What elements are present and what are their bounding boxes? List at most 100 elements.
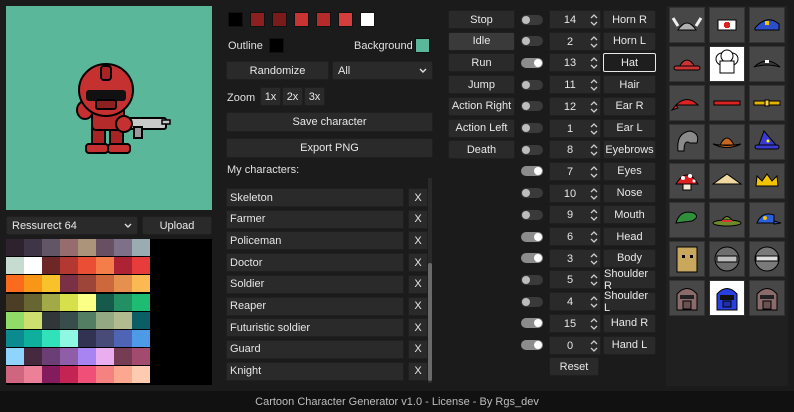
palette-color-cell[interactable] — [24, 366, 42, 384]
part-value-stepper[interactable]: 2 — [549, 31, 601, 51]
palette-select[interactable]: Ressurect 64 — [6, 216, 138, 235]
palette-color-cell[interactable] — [42, 293, 60, 311]
stepper-arrows-icon[interactable] — [590, 295, 598, 309]
hat-option-hood[interactable] — [669, 124, 705, 160]
palette-color-cell[interactable] — [114, 311, 132, 329]
palette-color-cell[interactable] — [114, 275, 132, 293]
palette-color-cell[interactable] — [132, 311, 150, 329]
hat-option-cowboy-hat[interactable] — [709, 124, 745, 160]
stepper-arrows-icon[interactable] — [590, 252, 598, 266]
character-list-item[interactable]: Farmer — [226, 209, 404, 229]
stepper-arrows-icon[interactable] — [590, 273, 598, 287]
palette-color-cell[interactable] — [132, 330, 150, 347]
delete-character-button[interactable]: X — [408, 296, 428, 316]
stepper-arrows-icon[interactable] — [590, 78, 598, 92]
delete-character-button[interactable]: X — [408, 188, 428, 207]
upload-button[interactable]: Upload — [142, 216, 212, 235]
part-value-stepper[interactable]: 8 — [549, 140, 601, 160]
palette-color-cell[interactable] — [6, 366, 24, 384]
hat-option-straw-hat[interactable] — [709, 163, 745, 199]
palette-color-cell[interactable] — [78, 293, 96, 311]
part-visibility-toggle[interactable] — [521, 36, 543, 47]
palette-color-cell[interactable] — [60, 330, 78, 347]
delete-character-button[interactable]: X — [408, 231, 428, 251]
filter-select[interactable]: All — [332, 61, 433, 80]
stepper-arrows-icon[interactable] — [590, 317, 598, 331]
palette-color-cell[interactable] — [60, 293, 78, 311]
palette-color-cell[interactable] — [78, 311, 96, 329]
zoom-3x-button[interactable]: 3x — [304, 87, 325, 106]
part-visibility-toggle[interactable] — [521, 79, 543, 90]
delete-character-button[interactable]: X — [408, 209, 428, 229]
color-swatch[interactable] — [316, 12, 331, 27]
palette-color-cell[interactable] — [6, 293, 24, 311]
character-list-item[interactable]: Guard — [226, 339, 404, 359]
hat-option-bandana[interactable] — [669, 85, 705, 121]
part-value-stepper[interactable]: 12 — [549, 96, 601, 116]
delete-character-button[interactable]: X — [408, 339, 428, 359]
part-button[interactable]: Horn L — [603, 31, 656, 51]
part-visibility-toggle[interactable] — [521, 101, 543, 112]
hat-option-pirate-hat[interactable] — [749, 46, 785, 82]
palette-color-cell[interactable] — [42, 366, 60, 384]
color-swatch[interactable] — [250, 12, 265, 27]
character-list-item[interactable]: Reaper — [226, 296, 404, 316]
palette-color-cell[interactable] — [6, 348, 24, 366]
palette-color-cell[interactable] — [114, 257, 132, 275]
palette-color-cell[interactable] — [42, 311, 60, 329]
character-list-scrollbar[interactable] — [428, 178, 432, 383]
palette-color-cell[interactable] — [42, 257, 60, 275]
palette-color-cell[interactable] — [42, 239, 60, 256]
animation-button-death[interactable]: Death — [448, 140, 515, 160]
part-value-stepper[interactable]: 0 — [549, 335, 601, 355]
part-button[interactable]: Hand R — [603, 313, 656, 333]
stepper-arrows-icon[interactable] — [590, 339, 598, 353]
palette-color-cell[interactable] — [78, 366, 96, 384]
part-visibility-toggle[interactable] — [521, 340, 543, 350]
part-visibility-toggle[interactable] — [521, 123, 543, 133]
part-button[interactable]: Ear L — [603, 118, 656, 138]
stepper-arrows-icon[interactable] — [590, 208, 598, 222]
delete-character-button[interactable]: X — [408, 318, 428, 338]
part-value-stepper[interactable]: 7 — [549, 161, 601, 181]
hat-option-chef-hat[interactable] — [709, 46, 745, 82]
palette-color-cell[interactable] — [96, 257, 114, 275]
palette-color-cell[interactable] — [78, 330, 96, 347]
palette-color-cell[interactable] — [6, 311, 24, 329]
part-visibility-toggle[interactable] — [521, 296, 543, 307]
palette-color-cell[interactable] — [96, 366, 114, 384]
palette-color-cell[interactable] — [96, 293, 114, 311]
part-visibility-toggle[interactable] — [521, 209, 543, 220]
palette-color-cell[interactable] — [96, 311, 114, 329]
palette-color-cell[interactable] — [60, 275, 78, 293]
palette-color-cell[interactable] — [96, 348, 114, 366]
hat-option-police-cap[interactable] — [749, 7, 785, 43]
palette-color-cell[interactable] — [60, 311, 78, 329]
part-visibility-toggle[interactable] — [521, 231, 543, 242]
part-value-stepper[interactable]: 14 — [549, 10, 601, 29]
part-visibility-toggle[interactable] — [521, 318, 543, 329]
hat-option-guard-helmet[interactable] — [749, 280, 785, 316]
hat-option-paper-bag[interactable] — [669, 241, 705, 277]
part-button[interactable]: Eyes — [603, 161, 656, 181]
palette-color-cell[interactable] — [114, 366, 132, 384]
character-list-item[interactable]: Skeleton — [226, 188, 404, 207]
color-swatch[interactable] — [360, 12, 375, 27]
palette-color-cell[interactable] — [96, 330, 114, 347]
delete-character-button[interactable]: X — [408, 274, 428, 294]
palette-color-cell[interactable] — [6, 239, 24, 256]
palette-color-cell[interactable] — [24, 257, 42, 275]
part-value-stepper[interactable]: 11 — [549, 75, 601, 95]
palette-color-cell[interactable] — [132, 257, 150, 275]
palette-color-cell[interactable] — [42, 348, 60, 366]
hat-option-blue-cap[interactable] — [749, 202, 785, 238]
part-button[interactable]: Head — [603, 227, 656, 246]
part-value-stepper[interactable]: 1 — [549, 118, 601, 138]
part-visibility-toggle[interactable] — [521, 14, 543, 25]
palette-color-cell[interactable] — [24, 311, 42, 329]
animation-button-stop[interactable]: Stop — [448, 10, 515, 29]
part-visibility-toggle[interactable] — [521, 253, 543, 264]
palette-color-cell[interactable] — [132, 348, 150, 366]
palette-color-cell[interactable] — [60, 239, 78, 256]
delete-character-button[interactable]: X — [408, 253, 428, 273]
